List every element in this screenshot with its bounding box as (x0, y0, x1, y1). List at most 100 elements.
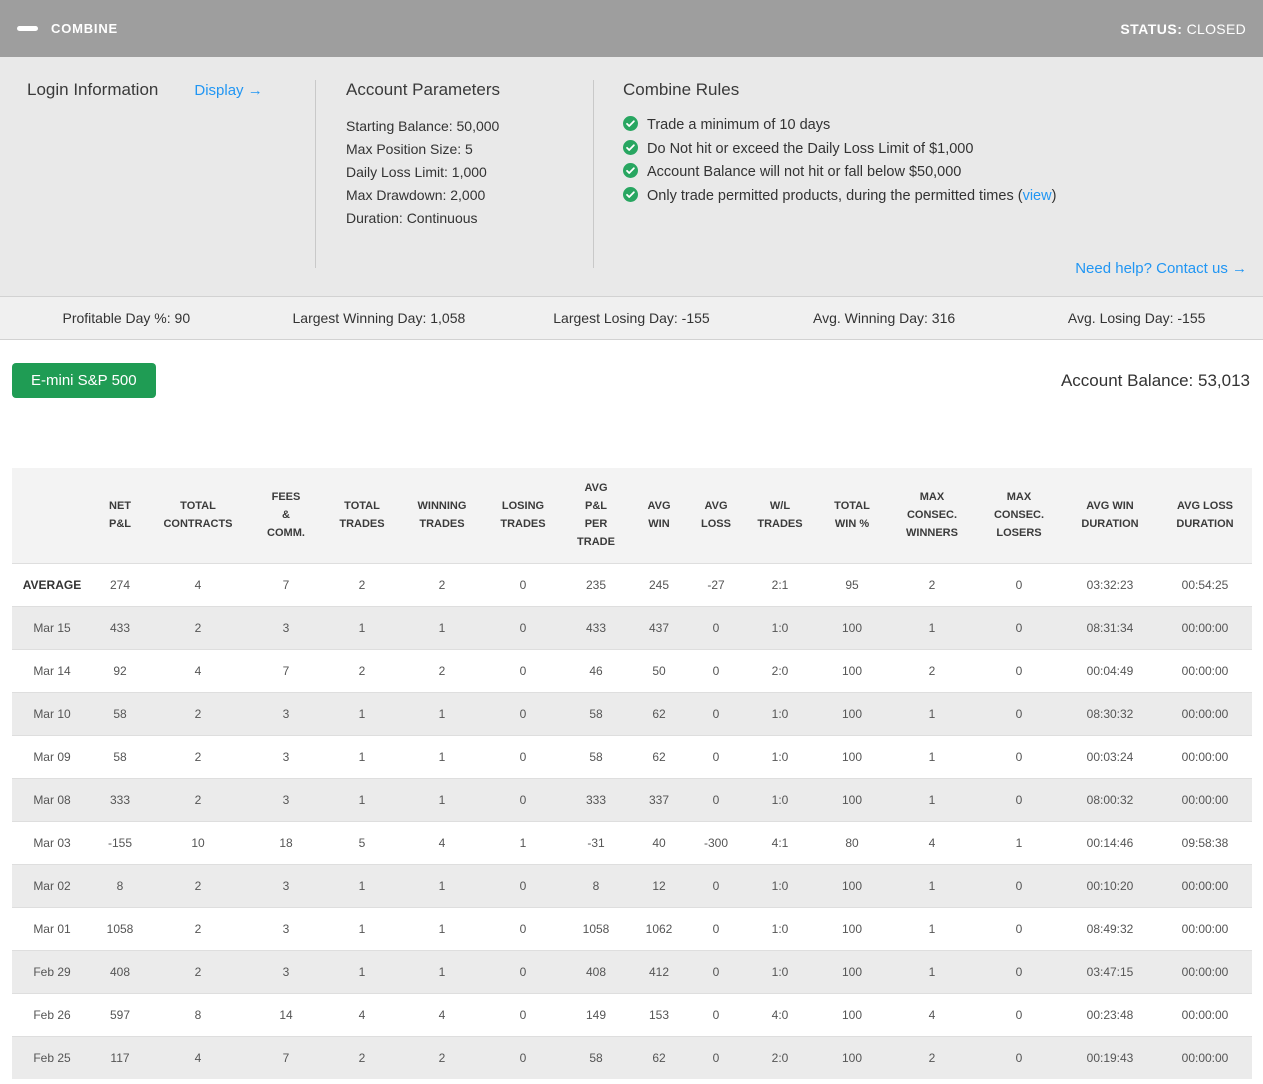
cell-value: 2 (888, 562, 976, 606)
cell-value: 0 (688, 1035, 744, 1079)
cell-value: 1 (888, 734, 976, 778)
cell-value: 62 (630, 734, 688, 778)
view-link[interactable]: view (1023, 188, 1052, 204)
stat-item: Largest Winning Day: 1,058 (292, 310, 466, 326)
cell-value: 1:0 (744, 691, 816, 735)
cell-value: 153 (630, 992, 688, 1036)
cell-value: 7 (248, 648, 324, 692)
cell-value: 0 (976, 734, 1062, 778)
cell-value: 2 (148, 605, 248, 649)
cell-value: 0 (484, 949, 562, 993)
cell-value: 333 (562, 777, 630, 821)
cell-value: 100 (816, 992, 888, 1036)
table-row: Feb 25 117 4 7 2 2 0 58 62 0 2:0 100 2 0 00:19:43 00:00… (12, 1035, 1252, 1079)
cell-value: 1:0 (744, 906, 816, 950)
cell-value: 2 (148, 777, 248, 821)
cell-value: 433 (92, 605, 148, 649)
product-button[interactable]: E-mini S&P 500 (12, 363, 156, 398)
cell-value: 00:00:00 (1158, 605, 1252, 649)
cell-value: 2 (888, 648, 976, 692)
status-value: CLOSED (1186, 20, 1246, 37)
combine-rule-item: Account Balance will not hit or fall bel… (623, 161, 1247, 185)
cell-value: 03:32:23 (1062, 562, 1158, 606)
cell-value: 1:0 (744, 605, 816, 649)
cell-value: 40 (630, 820, 688, 864)
check-circle-icon (623, 161, 638, 185)
minimize-icon[interactable] (17, 26, 38, 31)
cell-value: 0 (976, 562, 1062, 606)
check-circle-icon (623, 138, 638, 162)
cell-value: 4 (400, 820, 484, 864)
combine-rule-item: Only trade permitted products, during th… (623, 185, 1247, 209)
cell-value: 00:00:00 (1158, 691, 1252, 735)
cell-value: 100 (816, 691, 888, 735)
cell-value: 1:0 (744, 863, 816, 907)
cell-value: 80 (816, 820, 888, 864)
table-row: Mar 14 92 4 7 2 2 0 46 50 0 2:0 100 2 0 00:04:49 00:00:… (12, 648, 1252, 692)
cell-value: 1:0 (744, 949, 816, 993)
rule-text-suffix: ) (1051, 187, 1057, 204)
cell-value: 00:54:25 (1158, 562, 1252, 606)
cell-value: -155 (92, 820, 148, 864)
cell-value: 4:1 (744, 820, 816, 864)
cell-value: 1 (888, 777, 976, 821)
daily-stats-bar: Profitable Day %: 90 Largest Winning Day:… (0, 297, 1263, 340)
column-header: TOTAL WIN % (816, 468, 888, 563)
cell-value: 00:00:00 (1158, 906, 1252, 950)
cell-value: 0 (976, 949, 1062, 993)
rule-text: Trade a minimum of 10 days (647, 117, 831, 133)
cell-value: 0 (484, 906, 562, 950)
row-label: Feb 25 (12, 1035, 92, 1079)
cell-value: 0 (688, 691, 744, 735)
account-parameter-item: Daily Loss Limit: 1,000 (346, 164, 487, 180)
column-header (12, 468, 92, 563)
display-link[interactable]: Display → (194, 82, 262, 99)
row-label: Feb 26 (12, 992, 92, 1036)
combine-title: COMBINE (51, 21, 118, 36)
table-row: Feb 26 597 8 14 4 4 0 149 153 0 4:0 100 4 0 00:23:48 00… (12, 992, 1252, 1036)
row-label: Feb 29 (12, 949, 92, 993)
cell-value: 597 (92, 992, 148, 1036)
cell-value: 00:19:43 (1062, 1035, 1158, 1079)
table-row: Mar 01 1058 2 3 1 1 0 1058 1062 0 1:0 100 1 0 08:49:32… (12, 906, 1252, 950)
status-indicator: STATUS: CLOSED (1120, 21, 1246, 37)
cell-value: 1 (400, 605, 484, 649)
cell-value: 0 (484, 734, 562, 778)
column-header: TOTAL CONTRACTS (148, 468, 248, 563)
cell-value: 1 (324, 906, 400, 950)
row-label: Mar 02 (12, 863, 92, 907)
cell-value: 2:0 (744, 1035, 816, 1079)
cell-value: 4 (148, 648, 248, 692)
check-circle-icon (623, 114, 638, 138)
cell-value: 09:58:38 (1158, 820, 1252, 864)
cell-value: -31 (562, 820, 630, 864)
cell-value: 100 (816, 734, 888, 778)
cell-value: 2 (400, 562, 484, 606)
row-label: Mar 03 (12, 820, 92, 864)
contact-us-link[interactable]: Need help? Contact us → (1075, 260, 1247, 277)
cell-value: 274 (92, 562, 148, 606)
cell-value: 2 (148, 949, 248, 993)
cell-value: 1 (888, 863, 976, 907)
cell-value: 1 (888, 949, 976, 993)
cell-value: 0 (688, 906, 744, 950)
cell-value: 337 (630, 777, 688, 821)
cell-value: 0 (976, 777, 1062, 821)
cell-value: 100 (816, 1035, 888, 1079)
stat-item: Profitable Day %: 90 (62, 310, 191, 326)
cell-value: 0 (484, 648, 562, 692)
cell-value: 46 (562, 648, 630, 692)
cell-value: 433 (562, 605, 630, 649)
cell-value: 3 (248, 863, 324, 907)
cell-value: 408 (92, 949, 148, 993)
cell-value: 18 (248, 820, 324, 864)
login-information-panel: Login Information Display → (0, 80, 315, 268)
table-row: Feb 29 408 2 3 1 1 0 408 412 0 1:0 100 1 0 03:47:15 00:… (12, 949, 1252, 993)
cell-value: 0 (688, 992, 744, 1036)
cell-value: 7 (248, 562, 324, 606)
cell-value: 0 (976, 992, 1062, 1036)
cell-value: 4 (400, 992, 484, 1036)
cell-value: 8 (92, 863, 148, 907)
status-label: STATUS: (1120, 20, 1183, 37)
column-header: W/L TRADES (744, 468, 816, 563)
